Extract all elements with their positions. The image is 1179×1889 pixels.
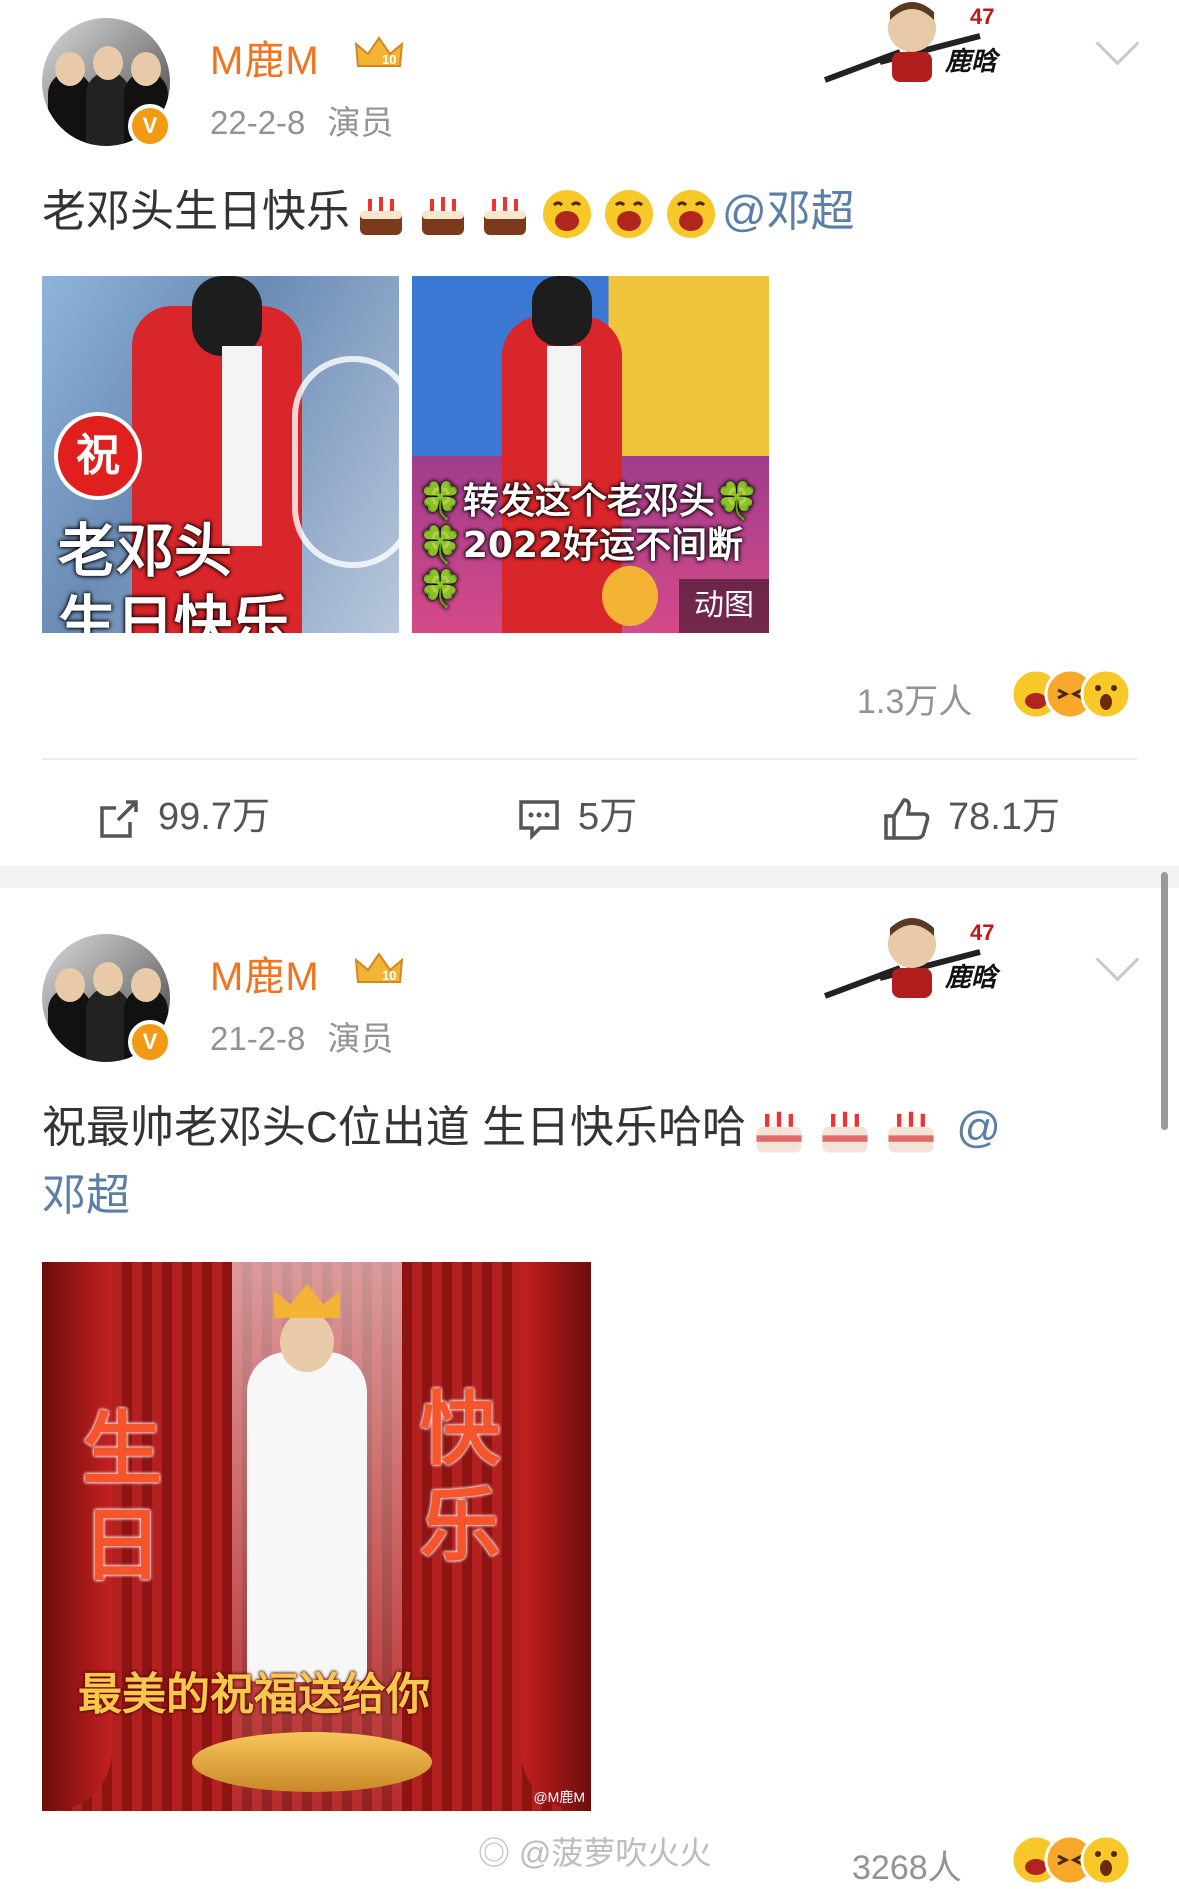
reaction-count[interactable]: 3268人 — [852, 1840, 962, 1889]
post-1: V M鹿M 10 22-2-8 演员 鹿晗 47 老邓头生日快乐 @邓超 祝 老邓头… — [0, 0, 1179, 866]
post-meta: 22-2-8 演员 — [210, 96, 393, 144]
user-role: 演员 — [327, 104, 394, 141]
laugh-icon — [605, 190, 653, 239]
post-text-body: 老邓头生日快乐 — [42, 187, 350, 236]
cake-icon — [888, 1112, 934, 1153]
post-date: 22-2-8 — [210, 104, 306, 141]
verified-badge-icon: V — [128, 104, 172, 148]
reaction-count[interactable]: 1.3万人 — [857, 674, 972, 723]
post-date: 21-2-8 — [210, 1020, 306, 1057]
cake-icon — [484, 197, 526, 236]
username[interactable]: M鹿M — [210, 28, 320, 86]
cake-icon — [360, 197, 402, 236]
reaction-faces-icon[interactable] — [1010, 668, 1140, 720]
crown-badge-icon: 10 — [354, 952, 404, 983]
like-count: 78.1万 — [948, 796, 1060, 838]
comment-icon — [519, 800, 559, 841]
chevron-down-icon[interactable] — [1095, 937, 1140, 982]
fan-card-decoration: 鹿晗 47 — [823, 918, 1001, 999]
verified-badge-icon: V — [128, 1020, 172, 1064]
cake-icon — [422, 197, 464, 236]
like-button[interactable]: 78.1万 — [882, 785, 1060, 842]
reaction-faces-icon[interactable] — [1010, 1834, 1140, 1886]
post-separator — [0, 866, 1179, 888]
weibo-logo-icon: ◎ — [478, 1835, 511, 1871]
watermark-text: @菠萝吹火火 — [518, 1835, 712, 1871]
comment-count: 5万 — [578, 796, 638, 838]
repost-icon — [100, 800, 138, 838]
lion-mascot-icon — [602, 566, 658, 626]
post-image-1[interactable]: 祝 老邓头 生日快乐 — [42, 276, 399, 633]
post-image-2[interactable]: 🍀转发这个老邓头🍀 🍀2022好运不间断🍀 动图 — [412, 276, 769, 633]
svg-text:10: 10 — [382, 968, 396, 983]
username[interactable]: M鹿M — [210, 944, 320, 1002]
svg-text:鹿晗: 鹿晗 — [944, 47, 1001, 77]
scrollbar[interactable] — [1161, 872, 1168, 1130]
image-caption-line2: 生日快乐 — [58, 589, 291, 633]
side-text-right: 快乐 — [420, 1383, 500, 1572]
laugh-icon — [543, 190, 591, 239]
thumbs-up-icon — [884, 798, 930, 840]
side-text-left: 生日 — [82, 1403, 162, 1592]
mention-link[interactable]: 邓超 — [42, 1171, 130, 1220]
svg-text:10: 10 — [382, 52, 396, 67]
svg-text:47: 47 — [970, 4, 994, 29]
laugh-icon — [667, 190, 715, 239]
svg-text:47: 47 — [970, 920, 994, 945]
banner-text: 最美的祝福送给你 — [78, 1669, 430, 1720]
post-2: V M鹿M 10 21-2-8 演员 鹿晗 47 祝最帅老邓头C位出道 生日快乐哈… — [0, 888, 1179, 1887]
chevron-down-icon[interactable] — [1095, 21, 1140, 66]
wish-badge: 祝 — [54, 412, 142, 500]
repost-button[interactable]: 99.7万 — [96, 785, 270, 842]
image-credit: @M鹿M — [533, 1789, 585, 1805]
svg-text:鹿晗: 鹿晗 — [944, 963, 1001, 993]
user-role: 演员 — [327, 1020, 394, 1057]
mention-link[interactable]: @邓超 — [722, 187, 855, 236]
cake-icon — [822, 1112, 868, 1153]
crown-badge-icon: 10 — [354, 36, 404, 67]
watermark: ◎ @菠萝吹火火 — [478, 1828, 711, 1874]
gif-label: 动图 — [679, 579, 769, 633]
fan-card-decoration: 鹿晗 47 — [823, 2, 1001, 83]
cake-icon — [756, 1112, 802, 1153]
comment-button[interactable]: 5万 — [516, 785, 637, 842]
post-image[interactable]: 生日 快乐 最美的祝福送给你 @M鹿M — [42, 1262, 591, 1811]
post-meta: 21-2-8 演员 — [210, 1012, 393, 1060]
post-text: 老邓头生日快乐 @邓超 — [42, 178, 1132, 246]
divider — [42, 758, 1137, 760]
post-text: 祝最帅老邓头C位出道 生日快乐哈哈 @ 邓超 — [42, 1094, 1132, 1230]
repost-count: 99.7万 — [158, 796, 270, 838]
mention-at[interactable]: @ — [956, 1103, 1001, 1152]
post-text-body: 祝最帅老邓头C位出道 生日快乐哈哈 — [42, 1103, 746, 1152]
